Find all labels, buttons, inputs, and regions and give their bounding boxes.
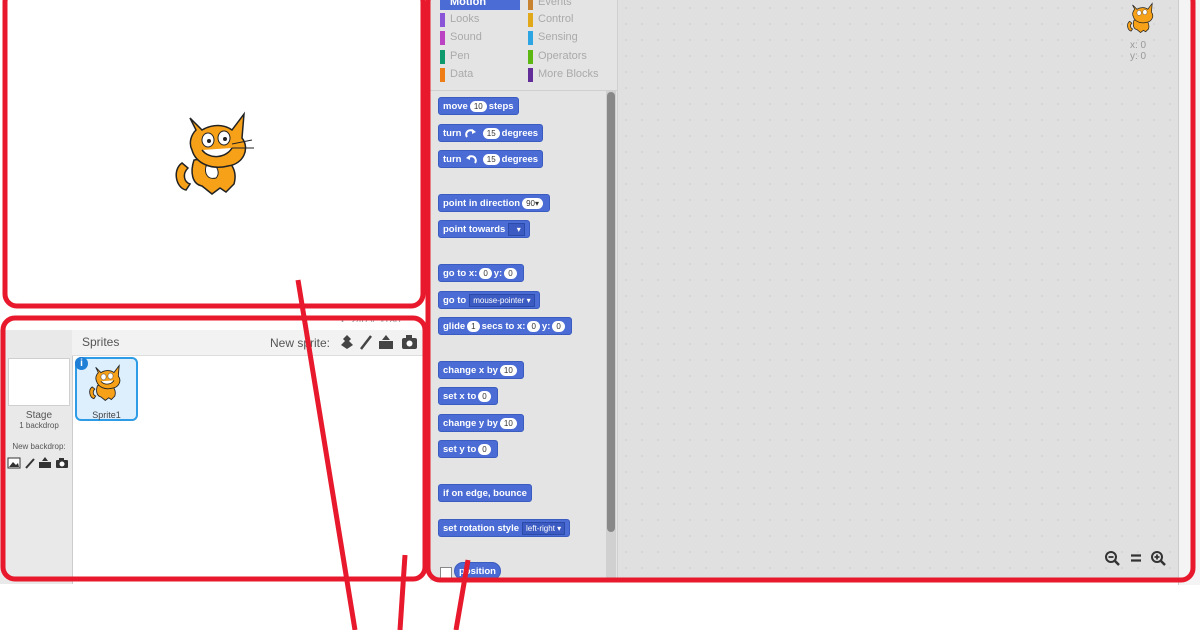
sprites-title: Sprites [82,335,120,349]
x-position-checkbox[interactable] [440,567,452,579]
camera-sprite-icon[interactable] [401,334,418,350]
new-sprite-label: New sprite: [270,336,331,350]
paint-library-icon[interactable] [7,457,21,469]
swatch [528,13,533,27]
block-input[interactable]: 0 [479,267,492,279]
swatch [528,68,533,82]
rotate-right-icon [465,129,477,139]
cat-thumbnail-icon [89,364,121,401]
category-pen[interactable]: Pen [440,50,520,64]
category-events[interactable]: Events [528,0,608,10]
swatch [528,31,533,45]
block-x-position[interactable]: position [454,562,501,580]
block-input[interactable]: 15 [482,153,500,165]
category-more-blocks[interactable]: More Blocks [528,68,613,82]
swatch [440,50,445,64]
rotate-left-icon [466,155,477,165]
block-input[interactable]: 0 [504,267,517,279]
paint-sprite-icon[interactable] [359,334,373,350]
stage-thumbnail[interactable] [8,358,70,406]
block-set-y[interactable]: set y to 0 [438,440,498,458]
upload-icon[interactable] [38,457,52,469]
new-backdrop-tools [7,457,71,471]
block-input[interactable]: 90▾ [522,197,543,209]
swatch [528,0,533,10]
choose-sprite-icon[interactable] [339,334,355,350]
block-point-towards[interactable]: point towards ▾ [438,220,530,238]
block-input[interactable]: 15 [482,127,500,139]
swatch [440,68,445,82]
block-input[interactable]: 10 [499,417,517,429]
block-bounce[interactable]: if on edge, bounce [438,484,532,502]
block-dropdown[interactable]: ▾ [508,222,525,236]
camera-icon[interactable] [55,457,69,469]
category-motion[interactable]: Motion [440,0,520,10]
block-input[interactable]: 0 [478,443,491,455]
zoom-reset-icon[interactable] [1128,550,1144,566]
stage-canvas[interactable] [0,0,425,310]
block-set-x[interactable]: set x to 0 [438,387,498,405]
category-operators[interactable]: Operators [528,50,608,64]
script-area-scrollbar[interactable] [1178,0,1200,585]
palette-scrollbar[interactable] [607,92,615,532]
sprite-name: Sprite1 [92,410,121,420]
swatch [440,13,445,27]
block-set-rotation-style[interactable]: set rotation style left-right ▾ [438,519,571,537]
category-sound[interactable]: Sound [440,31,520,45]
current-sprite-icon [1127,2,1154,34]
block-dropdown[interactable]: left-right ▾ [522,521,566,535]
block-dropdown[interactable]: mouse-pointer ▾ [469,293,535,307]
paint-brush-icon[interactable] [24,457,36,469]
new-backdrop-label: New backdrop: [12,442,66,451]
block-input[interactable]: 0 [552,320,565,332]
block-turn-left[interactable]: turn 15 degrees [438,150,544,168]
swatch [528,50,533,64]
zoom-out-icon[interactable] [1104,550,1120,566]
block-go-to-xy[interactable]: go to x: 0 y: 0 [438,264,524,282]
block-input[interactable]: 0 [478,390,491,402]
category-looks[interactable]: Looks [440,13,520,27]
category-sensing[interactable]: Sensing [528,31,608,45]
block-glide[interactable]: glide 1 secs to x: 0 y: 0 [438,317,572,335]
block-input[interactable]: 10 [469,100,487,112]
category-control[interactable]: Control [528,13,608,27]
sprite-x-readout: x: 0 [1130,40,1147,51]
block-input[interactable]: 10 [499,364,517,376]
block-change-x[interactable]: change x by 10 [438,361,524,379]
block-point-direction[interactable]: point in direction 90▾ [438,194,550,212]
block-change-y[interactable]: change y by 10 [438,414,524,432]
swatch [440,31,445,45]
block-input[interactable]: 0 [527,320,540,332]
stage-label: Stage [25,410,53,421]
category-data[interactable]: Data [440,68,520,82]
zoom-in-icon[interactable] [1150,550,1166,566]
sprite-info-icon[interactable]: i [75,357,88,370]
block-turn-right[interactable]: turn 15 degrees [438,124,544,142]
block-go-to[interactable]: go to mouse-pointer ▾ [438,291,540,309]
sprite-y-readout: y: 0 [1130,51,1147,62]
script-area[interactable] [617,0,1178,578]
zoom-controls [1104,550,1168,566]
cat-sprite-icon[interactable] [172,108,260,200]
upload-sprite-icon[interactable] [378,334,394,350]
stage-backdrop-count: 1 backdrop [19,421,59,430]
block-move[interactable]: move 10 steps [438,97,519,115]
block-input[interactable]: 1 [467,320,480,332]
